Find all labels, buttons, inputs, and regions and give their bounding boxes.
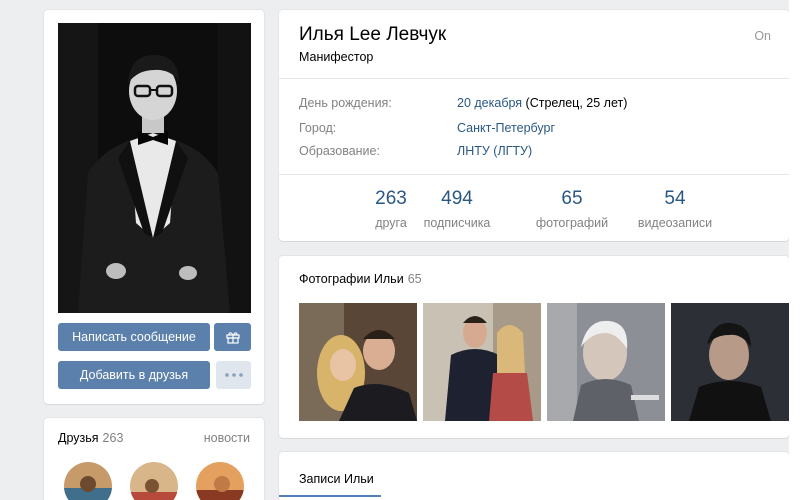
photos-title: Фотографии Ильи — [299, 272, 404, 286]
friend-photo — [130, 462, 178, 500]
photos-card: Фотографии Ильи 65 — [279, 256, 789, 438]
header-divider — [279, 78, 789, 79]
more-actions-button[interactable] — [216, 361, 251, 389]
photo-thumbnail[interactable] — [423, 303, 541, 421]
photo-image — [423, 303, 541, 421]
photo-thumbnail[interactable] — [671, 303, 789, 421]
friends-count: 263 — [102, 431, 124, 445]
friend-photo — [64, 462, 112, 500]
friend-avatar[interactable] — [130, 462, 178, 500]
info-label-education: Образование: — [299, 144, 380, 158]
profile-status[interactable]: Манифестор — [299, 50, 373, 64]
counter-label: подписчика — [423, 216, 491, 230]
info-value-city[interactable]: Санкт-Петербург — [457, 121, 555, 135]
info-label-city: Город: — [299, 121, 337, 135]
right-edge — [789, 0, 800, 500]
profile-photo-card: Написать сообщение Добавить в друзья — [44, 10, 264, 404]
photo-image — [547, 303, 665, 421]
counters-divider — [279, 174, 789, 175]
friends-news-link[interactable]: новости — [204, 431, 250, 445]
counter-label: видеозаписи — [637, 216, 713, 230]
more-icon — [224, 373, 243, 377]
info-label-birthday: День рождения: — [299, 96, 392, 110]
counter-number: 65 — [561, 188, 583, 209]
profile-avatar[interactable] — [58, 23, 251, 313]
send-message-label: Написать сообщение — [72, 330, 196, 344]
info-value-birthday: 20 декабря (Стрелец, 25 лет) — [457, 96, 627, 110]
counter-number: 54 — [664, 188, 686, 209]
profile-name: Илья Lee Левчук — [299, 24, 447, 45]
counter-followers[interactable]: 494 подписчика — [407, 188, 507, 230]
send-message-button[interactable]: Написать сообщение — [58, 323, 210, 351]
counter-videos[interactable]: 54 видеозаписи — [625, 188, 725, 230]
friends-card: Друзья 263 новости — [44, 418, 264, 500]
photos-header[interactable]: Фотографии Ильи 65 — [299, 272, 422, 286]
friend-avatar[interactable] — [196, 462, 244, 500]
friends-title: Друзья — [58, 431, 99, 445]
counter-number: 494 — [441, 188, 473, 209]
friend-avatar[interactable] — [64, 462, 112, 500]
tab-posts[interactable]: Записи Ильи — [299, 472, 374, 486]
birthday-extra: (Стрелец, 25 лет) — [522, 96, 628, 110]
photo-image — [299, 303, 417, 421]
send-gift-button[interactable] — [214, 323, 251, 351]
gift-icon — [225, 332, 240, 344]
info-value-education[interactable]: ЛНТУ (ЛГТУ) — [457, 144, 532, 158]
photos-count: 65 — [407, 272, 422, 286]
profile-info-card: Илья Lee Левчук Манифестор On День рожде… — [279, 10, 789, 241]
avatar-image — [58, 23, 251, 313]
photo-thumbnail[interactable] — [299, 303, 417, 421]
online-status: On — [754, 29, 771, 43]
counter-photos[interactable]: 65 фотографий — [522, 188, 622, 230]
friends-header[interactable]: Друзья 263 — [58, 431, 123, 445]
photo-image — [671, 303, 789, 421]
posts-card: Записи Ильи — [279, 452, 789, 500]
friend-photo — [196, 462, 244, 500]
photo-thumbnail[interactable] — [547, 303, 665, 421]
tab-active-indicator — [279, 495, 381, 497]
add-friend-label: Добавить в друзья — [79, 368, 189, 382]
birthday-link[interactable]: 20 декабря — [457, 96, 522, 110]
counter-label: фотографий — [535, 216, 609, 230]
add-friend-button[interactable]: Добавить в друзья — [58, 361, 210, 389]
